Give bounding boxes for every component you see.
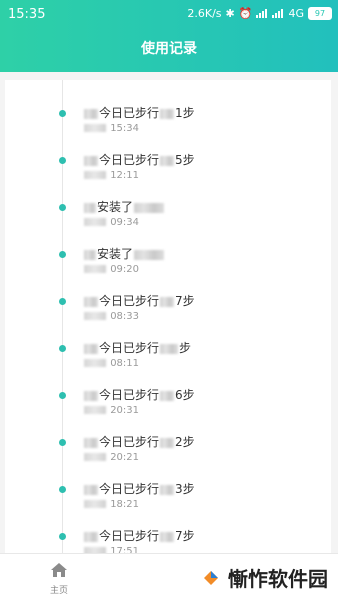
list-item: 今日已步行 6步 20:31 — [5, 386, 331, 432]
timeline-dot — [59, 439, 66, 446]
signal-icon — [256, 9, 268, 18]
watermark-logo-icon — [204, 570, 218, 585]
timeline-dot — [59, 392, 66, 399]
status-time: 15:35 — [8, 7, 46, 22]
record-value: 步 — [179, 341, 192, 355]
record-text: 今日已步行 — [99, 529, 160, 543]
list-item: 安装了 09:20 — [5, 245, 331, 291]
record-value: 7步 — [175, 294, 195, 308]
record-time: 09:20 — [110, 264, 140, 275]
record-text: 今日已步行 — [99, 153, 160, 167]
record-text: 安装了 — [97, 200, 134, 214]
record-value: 7步 — [175, 529, 195, 543]
bottom-nav: 主页 慚怍软件园 — [0, 553, 338, 600]
nav-home-button[interactable]: 主页 — [44, 562, 74, 596]
record-time: 18:21 — [110, 499, 140, 510]
record-text: 今日已步行 — [99, 388, 160, 402]
alarm-icon: ⏰ — [238, 7, 253, 20]
list-item: 今日已步行 2步 20:21 — [5, 433, 331, 479]
timeline-dot — [59, 345, 66, 352]
battery-icon: 97 — [308, 7, 332, 20]
net-speed: 2.6K/s — [187, 7, 222, 20]
watermark-text: 慚怍软件园 — [228, 567, 328, 591]
record-time: 12:11 — [110, 170, 140, 181]
bluetooth-icon: ✱ — [225, 7, 235, 20]
page-title: 使用记录 — [141, 41, 197, 57]
signal-icon-2 — [272, 9, 284, 18]
timeline-dot — [59, 110, 66, 117]
record-text: 今日已步行 — [99, 106, 160, 120]
record-text: 今日已步行 — [99, 294, 160, 308]
watermark: 慚怍软件园 — [200, 563, 328, 592]
list-item: 今日已步行 5步 12:11 — [5, 151, 331, 197]
record-time: 08:11 — [110, 358, 140, 369]
records-list: 今日已步行 1步 15:34 今日已步行 5步 12:11 安装了 09:34 安装… — [5, 80, 331, 600]
record-value: 1步 — [175, 106, 195, 120]
timeline-dot — [59, 486, 66, 493]
record-time: 20:31 — [110, 405, 140, 416]
home-icon — [51, 563, 67, 577]
record-value: 5步 — [175, 153, 195, 167]
record-text: 今日已步行 — [99, 435, 160, 449]
timeline-dot — [59, 204, 66, 211]
list-item: 今日已步行 3步 18:21 — [5, 480, 331, 526]
app-header: 15:35 2.6K/s ✱ ⏰ 4G 97 使用记录 — [0, 0, 338, 72]
status-icons: 2.6K/s ✱ ⏰ 4G 97 — [187, 7, 332, 20]
record-text: 安装了 — [97, 247, 134, 261]
timeline-dot — [59, 533, 66, 540]
record-time: 09:34 — [110, 217, 140, 228]
record-time: 08:33 — [110, 311, 140, 322]
record-value: 2步 — [175, 435, 195, 449]
list-item: 今日已步行 1步 15:34 — [5, 104, 331, 150]
list-item: 今日已步行 步 08:11 — [5, 339, 331, 385]
list-item: 安装了 09:34 — [5, 198, 331, 244]
record-text: 今日已步行 — [99, 482, 160, 496]
record-value: 6步 — [175, 388, 195, 402]
network-type: 4G — [288, 7, 304, 20]
status-bar: 15:35 2.6K/s ✱ ⏰ 4G 97 — [0, 0, 338, 28]
nav-home-label: 主页 — [49, 586, 68, 596]
record-text: 今日已步行 — [99, 341, 160, 355]
timeline-dot — [59, 157, 66, 164]
record-time: 20:21 — [110, 452, 140, 463]
record-value: 3步 — [175, 482, 195, 496]
timeline-dot — [59, 298, 66, 305]
record-time: 15:34 — [110, 123, 140, 134]
list-item: 今日已步行 7步 08:33 — [5, 292, 331, 338]
timeline-dot — [59, 251, 66, 258]
